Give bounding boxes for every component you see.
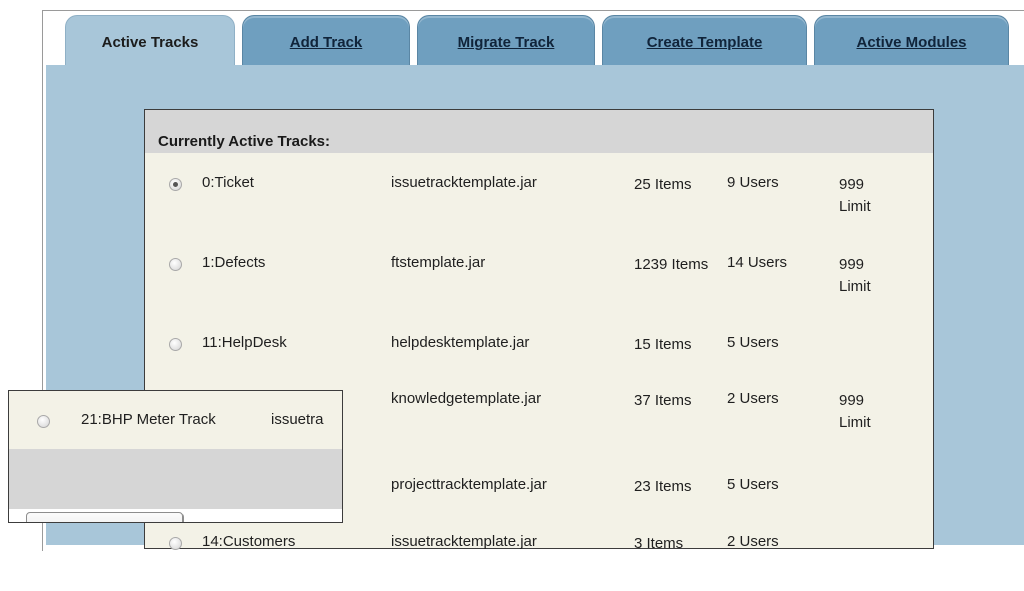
- track-items: 3 Items: [634, 535, 684, 552]
- tab-active-modules[interactable]: Active Modules: [814, 15, 1009, 65]
- track-users: 14 Users: [727, 254, 788, 271]
- inset-track-row[interactable]: 21:BHP Meter Track issuetra: [9, 391, 342, 449]
- track-name: 14:Customers: [202, 533, 296, 550]
- track-template: issuetra: [271, 411, 324, 428]
- track-row[interactable]: 11:HelpDesk helpdesktemplate.jar 15 Item…: [145, 332, 933, 392]
- track-limit: 999 Limit: [839, 392, 871, 431]
- list-title: Currently Active Tracks:: [158, 133, 331, 150]
- track-radio[interactable]: [169, 178, 182, 191]
- list-header: Currently Active Tracks:: [145, 110, 933, 153]
- track-radio[interactable]: [169, 338, 182, 351]
- track-items: 15 Items: [634, 336, 692, 353]
- track-name: 11:HelpDesk: [202, 334, 287, 351]
- track-radio[interactable]: [169, 258, 182, 271]
- tab-active-tracks[interactable]: Active Tracks: [65, 15, 235, 69]
- inset-action-bar: Delete Selected Track: [9, 449, 342, 522]
- track-template: ftstemplate.jar: [391, 254, 486, 271]
- track-row[interactable]: 14:Customers issuetracktemplate.jar 3 It…: [145, 531, 933, 591]
- track-radio[interactable]: [169, 537, 182, 550]
- track-template: knowledgetemplate.jar: [391, 390, 542, 407]
- track-name: 1:Defects: [202, 254, 266, 271]
- track-limit: 999 Limit: [839, 176, 871, 215]
- track-items: 37 Items: [634, 392, 692, 409]
- track-users: 5 Users: [727, 476, 779, 493]
- track-items: 25 Items: [634, 176, 692, 193]
- track-template: helpdesktemplate.jar: [391, 334, 530, 351]
- tab-add-track[interactable]: Add Track: [242, 15, 410, 65]
- track-template: issuetracktemplate.jar: [391, 174, 537, 191]
- track-row[interactable]: 1:Defects ftstemplate.jar 1239 Items 14 …: [145, 252, 933, 312]
- delete-selected-track-button[interactable]: Delete Selected Track: [26, 512, 183, 522]
- tab-migrate-track[interactable]: Migrate Track: [417, 15, 595, 65]
- track-radio[interactable]: [37, 415, 50, 428]
- zoom-inset: 21:BHP Meter Track issuetra Delete Selec…: [8, 390, 343, 523]
- tab-create-template[interactable]: Create Template: [602, 15, 807, 65]
- track-row[interactable]: 0:Ticket issuetracktemplate.jar 25 Items…: [145, 172, 933, 232]
- track-limit: 999 Limit: [839, 256, 871, 295]
- track-users: 2 Users: [727, 390, 779, 407]
- track-name: 0:Ticket: [202, 174, 254, 191]
- track-template: issuetracktemplate.jar: [391, 533, 537, 550]
- track-users: 9 Users: [727, 174, 779, 191]
- track-template: projecttracktemplate.jar: [391, 476, 547, 493]
- track-users: 2 Users: [727, 533, 779, 550]
- track-name: 21:BHP Meter Track: [81, 411, 216, 428]
- track-items: 23 Items: [634, 478, 692, 495]
- track-items: 1239 Items: [634, 256, 709, 273]
- track-users: 5 Users: [727, 334, 779, 351]
